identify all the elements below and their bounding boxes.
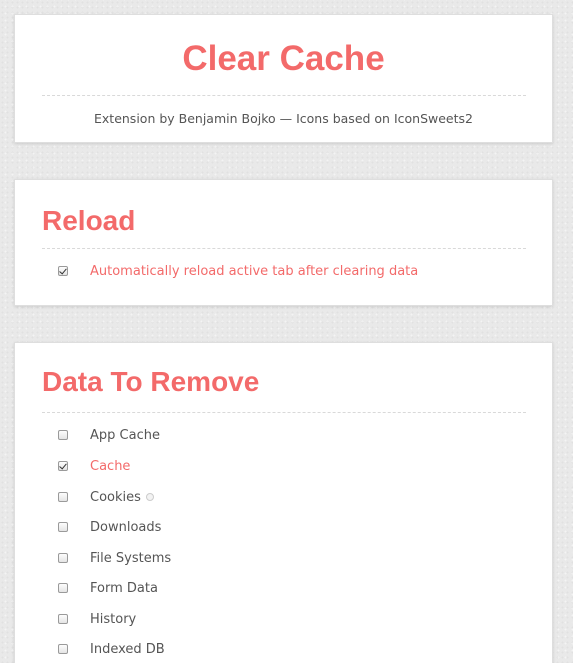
auto-reload-label[interactable]: Automatically reload active tab after cl… [90,264,418,279]
reload-section-title: Reload [42,205,136,236]
indexed-db-checkbox[interactable] [58,644,68,654]
form-data-label[interactable]: Form Data [90,581,158,596]
auto-reload-option[interactable]: Automatically reload active tab after cl… [58,261,418,281]
option-history[interactable]: History [58,609,136,629]
credits-text: Extension by Benjamin Bojko — Icons base… [94,111,473,126]
history-label[interactable]: History [90,612,136,627]
data-section-title: Data To Remove [42,366,260,397]
header-card: Clear Cache Extension by Benjamin Bojko … [14,14,553,143]
app-cache-label[interactable]: App Cache [90,428,160,443]
cookies-checkbox[interactable] [58,492,68,502]
cache-checkbox[interactable] [58,461,68,471]
info-icon[interactable] [145,493,154,501]
file-systems-label[interactable]: File Systems [90,551,171,566]
reload-card: Reload Automatically reload active tab a… [14,179,553,306]
downloads-checkbox[interactable] [58,522,68,532]
downloads-label[interactable]: Downloads [90,520,161,535]
cookies-label[interactable]: Cookies [90,490,141,505]
file-systems-checkbox[interactable] [58,553,68,563]
form-data-checkbox[interactable] [58,583,68,593]
history-checkbox[interactable] [58,614,68,624]
indexed-db-label[interactable]: Indexed DB [90,642,165,657]
data-to-remove-card: Data To Remove App Cache Cache Cookies D… [14,342,553,663]
page-title: Clear Cache [182,39,385,78]
app-cache-checkbox[interactable] [58,430,68,440]
option-file-systems[interactable]: File Systems [58,548,171,568]
header-divider [42,95,526,96]
option-form-data[interactable]: Form Data [58,578,158,598]
reload-divider [42,248,526,249]
cache-label[interactable]: Cache [90,459,130,474]
data-divider [42,412,526,413]
option-app-cache[interactable]: App Cache [58,425,160,445]
option-indexed-db[interactable]: Indexed DB [58,639,165,659]
option-cache[interactable]: Cache [58,456,130,476]
auto-reload-checkbox[interactable] [58,266,68,276]
option-downloads[interactable]: Downloads [58,517,161,537]
option-cookies[interactable]: Cookies [58,487,154,507]
